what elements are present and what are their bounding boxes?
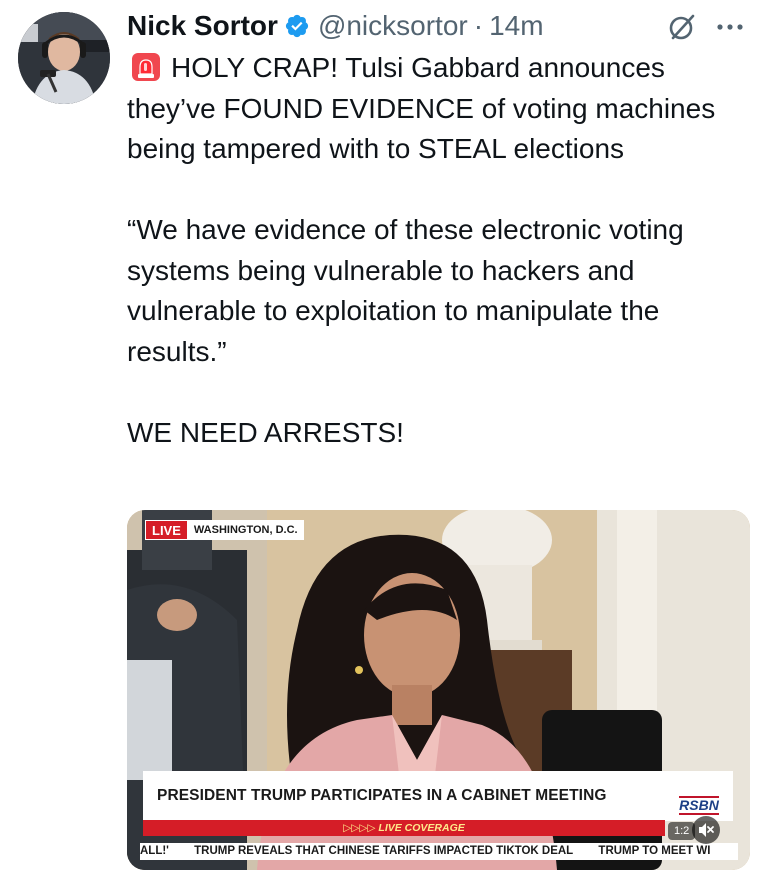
news-ticker: ALL!' TRUMP REVEALS THAT CHINESE TARIFFS… [140, 843, 738, 860]
network-logo: RSBN [665, 771, 733, 821]
muted-speaker-icon [699, 823, 714, 837]
ticker-item: TRUMP REVEALS THAT CHINESE TARIFFS IMPAC… [194, 845, 574, 857]
tweet-timestamp[interactable]: 14m [489, 10, 543, 42]
author-name[interactable]: Nick Sortor [127, 10, 278, 42]
tweet-line1: HOLY CRAP! Tulsi Gabbard announces they’… [127, 52, 723, 164]
separator-dot: · [473, 10, 484, 41]
location-label: WASHINGTON, D.C. [187, 520, 304, 540]
live-label: LIVE [145, 520, 188, 540]
tweet-quote: “We have evidence of these electronic vo… [127, 214, 692, 367]
live-badge: LIVE WASHINGTON, D.C. [145, 520, 304, 540]
ticker-item: TRUMP TO MEET WI [598, 845, 711, 857]
live-coverage-label: ▷▷▷▷ LIVE COVERAGE [343, 822, 465, 834]
siren-emoji-icon [131, 52, 161, 82]
network-name: RSBN [679, 796, 719, 815]
author-avatar[interactable] [18, 12, 110, 104]
tweet-body: HOLY CRAP! Tulsi Gabbard announces they’… [127, 48, 757, 453]
tweet-header: Nick Sortor @nicksortor · 14m [127, 8, 544, 44]
more-options-icon[interactable] [712, 20, 748, 34]
avatar-image [18, 12, 110, 104]
video-lower-third: PRESIDENT TRUMP PARTICIPATES IN A CABINE… [143, 771, 665, 821]
grok-icon[interactable] [667, 12, 697, 42]
tweet-paragraph-headline: HOLY CRAP! Tulsi Gabbard announces they’… [127, 48, 757, 170]
author-handle[interactable]: @nicksortor [318, 10, 468, 42]
mute-button[interactable] [692, 816, 720, 844]
ticker-item: ALL!' [140, 845, 169, 857]
tweet-closing: WE NEED ARRESTS! [127, 416, 404, 448]
verified-badge-icon [284, 13, 310, 39]
video-headline: PRESIDENT TRUMP PARTICIPATES IN A CABINE… [157, 787, 607, 804]
live-coverage-bar: ▷▷▷▷ LIVE COVERAGE [143, 820, 665, 836]
